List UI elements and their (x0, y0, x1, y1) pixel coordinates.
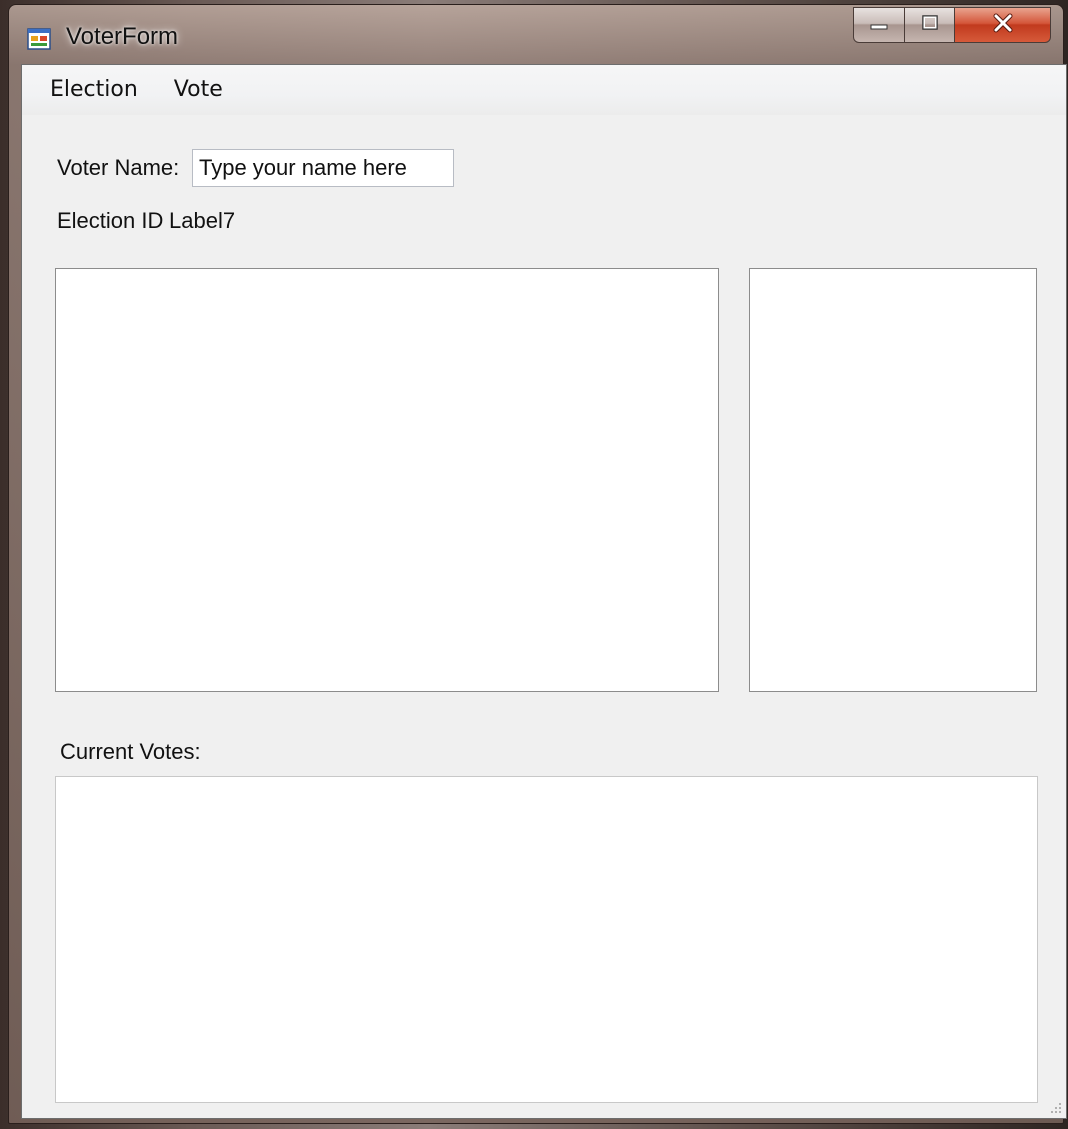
voter-name-input[interactable] (192, 149, 454, 187)
close-button[interactable] (955, 7, 1051, 43)
current-votes-list[interactable] (55, 776, 1038, 1103)
current-votes-label: Current Votes: (60, 739, 201, 764)
candidates-list[interactable] (749, 268, 1037, 692)
minimize-button[interactable] (853, 7, 905, 43)
form-client-area: Election Vote Voter Name: Election ID La… (21, 64, 1067, 1119)
minimize-icon (868, 16, 890, 35)
resize-grip-icon[interactable] (1048, 1100, 1062, 1114)
elections-list[interactable] (55, 268, 719, 692)
menu-vote[interactable]: Vote (156, 70, 241, 110)
maximize-icon (919, 14, 941, 37)
election-id-value: Label7 (169, 208, 236, 233)
election-id-label: Election ID (57, 208, 164, 233)
voterform-window: VoterForm Election Vote Voter Name: Type… (8, 4, 1067, 1124)
window-title: VoterForm (66, 23, 179, 50)
menu-bar: Election Vote (22, 65, 1066, 115)
app-icon (27, 27, 51, 51)
maximize-button[interactable] (905, 7, 955, 43)
voter-name-label: Voter Name: (57, 155, 180, 180)
caption-buttons (853, 7, 1059, 45)
menu-election[interactable]: Election (32, 70, 156, 110)
close-icon (991, 13, 1015, 38)
title-bar[interactable]: VoterForm (9, 5, 1063, 65)
